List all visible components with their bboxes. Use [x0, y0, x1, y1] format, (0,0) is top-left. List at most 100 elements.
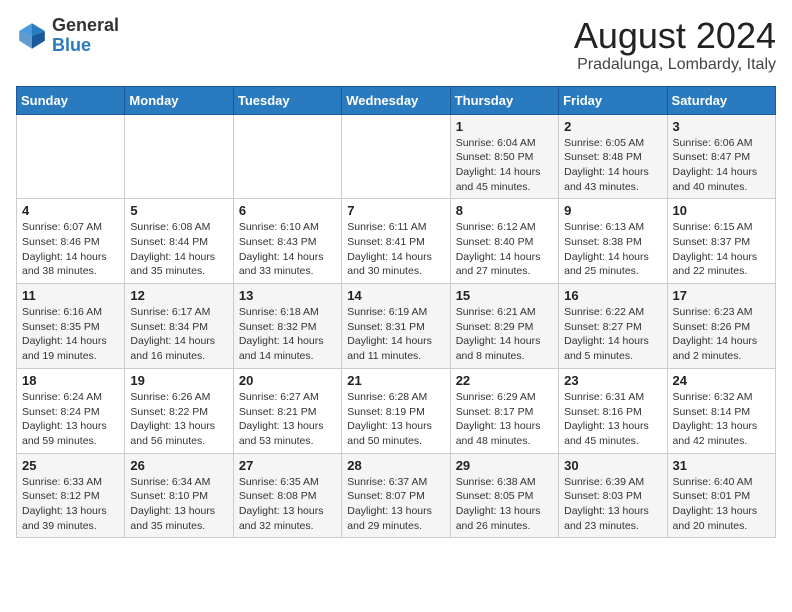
calendar-cell: 19 Sunrise: 6:26 AM Sunset: 8:22 PM Dayli…	[125, 368, 233, 453]
calendar-cell: 28 Sunrise: 6:37 AM Sunset: 8:07 PM Dayli…	[342, 453, 450, 538]
page-header: General Blue August 2024 Pradalunga, Lom…	[16, 16, 776, 74]
day-info: Sunrise: 6:33 AM Sunset: 8:12 PM Dayligh…	[22, 475, 119, 534]
calendar-cell: 13 Sunrise: 6:18 AM Sunset: 8:32 PM Dayli…	[233, 284, 341, 369]
day-info: Sunrise: 6:12 AM Sunset: 8:40 PM Dayligh…	[456, 220, 553, 279]
calendar-cell: 20 Sunrise: 6:27 AM Sunset: 8:21 PM Dayli…	[233, 368, 341, 453]
day-info: Sunrise: 6:38 AM Sunset: 8:05 PM Dayligh…	[456, 475, 553, 534]
weekday-header-thursday: Thursday	[450, 86, 558, 114]
weekday-header-wednesday: Wednesday	[342, 86, 450, 114]
calendar-week-row: 4 Sunrise: 6:07 AM Sunset: 8:46 PM Daylig…	[17, 199, 776, 284]
calendar-cell: 10 Sunrise: 6:15 AM Sunset: 8:37 PM Dayli…	[667, 199, 775, 284]
calendar-cell: 31Sunrise: 6:40 AM Sunset: 8:01 PM Dayli…	[667, 453, 775, 538]
calendar-cell: 18 Sunrise: 6:24 AM Sunset: 8:24 PM Dayli…	[17, 368, 125, 453]
day-number: 10	[673, 203, 770, 218]
weekday-header-sunday: Sunday	[17, 86, 125, 114]
day-info: Sunrise: 6:40 AM Sunset: 8:01 PM Dayligh…	[673, 475, 770, 534]
day-info: Sunrise: 6:08 AM Sunset: 8:44 PM Dayligh…	[130, 220, 227, 279]
calendar-cell: 30Sunrise: 6:39 AM Sunset: 8:03 PM Dayli…	[559, 453, 667, 538]
calendar-cell	[17, 114, 125, 199]
calendar-table: SundayMondayTuesdayWednesdayThursdayFrid…	[16, 86, 776, 539]
day-number: 9	[564, 203, 661, 218]
day-info: Sunrise: 6:16 AM Sunset: 8:35 PM Dayligh…	[22, 305, 119, 364]
day-number: 21	[347, 373, 444, 388]
calendar-week-row: 1 Sunrise: 6:04 AM Sunset: 8:50 PM Daylig…	[17, 114, 776, 199]
calendar-cell: 23Sunrise: 6:31 AM Sunset: 8:16 PM Dayli…	[559, 368, 667, 453]
day-info: Sunrise: 6:11 AM Sunset: 8:41 PM Dayligh…	[347, 220, 444, 279]
day-number: 18	[22, 373, 119, 388]
calendar-cell: 8 Sunrise: 6:12 AM Sunset: 8:40 PM Daylig…	[450, 199, 558, 284]
calendar-cell	[125, 114, 233, 199]
day-info: Sunrise: 6:23 AM Sunset: 8:26 PM Dayligh…	[673, 305, 770, 364]
day-info: Sunrise: 6:15 AM Sunset: 8:37 PM Dayligh…	[673, 220, 770, 279]
day-number: 11	[22, 288, 119, 303]
day-number: 8	[456, 203, 553, 218]
weekday-header-saturday: Saturday	[667, 86, 775, 114]
day-number: 5	[130, 203, 227, 218]
day-number: 19	[130, 373, 227, 388]
calendar-cell: 7 Sunrise: 6:11 AM Sunset: 8:41 PM Daylig…	[342, 199, 450, 284]
day-number: 24	[673, 373, 770, 388]
day-info: Sunrise: 6:28 AM Sunset: 8:19 PM Dayligh…	[347, 390, 444, 449]
day-info: Sunrise: 6:13 AM Sunset: 8:38 PM Dayligh…	[564, 220, 661, 279]
calendar-cell: 25 Sunrise: 6:33 AM Sunset: 8:12 PM Dayli…	[17, 453, 125, 538]
day-info: Sunrise: 6:18 AM Sunset: 8:32 PM Dayligh…	[239, 305, 336, 364]
calendar-cell: 5 Sunrise: 6:08 AM Sunset: 8:44 PM Daylig…	[125, 199, 233, 284]
calendar-cell: 9 Sunrise: 6:13 AM Sunset: 8:38 PM Daylig…	[559, 199, 667, 284]
day-number: 7	[347, 203, 444, 218]
day-number: 27	[239, 458, 336, 473]
day-info: Sunrise: 6:27 AM Sunset: 8:21 PM Dayligh…	[239, 390, 336, 449]
day-info: Sunrise: 6:39 AM Sunset: 8:03 PM Dayligh…	[564, 475, 661, 534]
day-info: Sunrise: 6:32 AM Sunset: 8:14 PM Dayligh…	[673, 390, 770, 449]
calendar-week-row: 11 Sunrise: 6:16 AM Sunset: 8:35 PM Dayli…	[17, 284, 776, 369]
day-number: 13	[239, 288, 336, 303]
calendar-cell: 26Sunrise: 6:34 AM Sunset: 8:10 PM Dayli…	[125, 453, 233, 538]
calendar-cell: 16 Sunrise: 6:22 AM Sunset: 8:27 PM Dayli…	[559, 284, 667, 369]
month-year-title: August 2024	[574, 16, 776, 56]
day-info: Sunrise: 6:37 AM Sunset: 8:07 PM Dayligh…	[347, 475, 444, 534]
weekday-header-monday: Monday	[125, 86, 233, 114]
calendar-cell: 17 Sunrise: 6:23 AM Sunset: 8:26 PM Dayli…	[667, 284, 775, 369]
calendar-cell: 15Sunrise: 6:21 AM Sunset: 8:29 PM Dayli…	[450, 284, 558, 369]
calendar-cell: 14Sunrise: 6:19 AM Sunset: 8:31 PM Dayli…	[342, 284, 450, 369]
calendar-cell	[342, 114, 450, 199]
calendar-week-row: 18 Sunrise: 6:24 AM Sunset: 8:24 PM Dayli…	[17, 368, 776, 453]
day-number: 12	[130, 288, 227, 303]
calendar-cell: 29 Sunrise: 6:38 AM Sunset: 8:05 PM Dayli…	[450, 453, 558, 538]
day-info: Sunrise: 6:34 AM Sunset: 8:10 PM Dayligh…	[130, 475, 227, 534]
day-info: Sunrise: 6:10 AM Sunset: 8:43 PM Dayligh…	[239, 220, 336, 279]
logo: General Blue	[16, 16, 119, 56]
day-info: Sunrise: 6:07 AM Sunset: 8:46 PM Dayligh…	[22, 220, 119, 279]
weekday-header-row: SundayMondayTuesdayWednesdayThursdayFrid…	[17, 86, 776, 114]
day-number: 25	[22, 458, 119, 473]
day-number: 16	[564, 288, 661, 303]
day-info: Sunrise: 6:35 AM Sunset: 8:08 PM Dayligh…	[239, 475, 336, 534]
day-info: Sunrise: 6:06 AM Sunset: 8:47 PM Dayligh…	[673, 136, 770, 195]
calendar-cell: 2Sunrise: 6:05 AM Sunset: 8:48 PM Daylig…	[559, 114, 667, 199]
calendar-cell	[233, 114, 341, 199]
day-info: Sunrise: 6:05 AM Sunset: 8:48 PM Dayligh…	[564, 136, 661, 195]
day-number: 28	[347, 458, 444, 473]
day-info: Sunrise: 6:26 AM Sunset: 8:22 PM Dayligh…	[130, 390, 227, 449]
day-number: 1	[456, 119, 553, 134]
weekday-header-tuesday: Tuesday	[233, 86, 341, 114]
day-number: 22	[456, 373, 553, 388]
day-info: Sunrise: 6:17 AM Sunset: 8:34 PM Dayligh…	[130, 305, 227, 364]
calendar-cell: 3Sunrise: 6:06 AM Sunset: 8:47 PM Daylig…	[667, 114, 775, 199]
day-number: 29	[456, 458, 553, 473]
calendar-week-row: 25 Sunrise: 6:33 AM Sunset: 8:12 PM Dayli…	[17, 453, 776, 538]
day-number: 17	[673, 288, 770, 303]
day-number: 20	[239, 373, 336, 388]
day-info: Sunrise: 6:29 AM Sunset: 8:17 PM Dayligh…	[456, 390, 553, 449]
calendar-cell: 27 Sunrise: 6:35 AM Sunset: 8:08 PM Dayli…	[233, 453, 341, 538]
calendar-cell: 4 Sunrise: 6:07 AM Sunset: 8:46 PM Daylig…	[17, 199, 125, 284]
day-info: Sunrise: 6:31 AM Sunset: 8:16 PM Dayligh…	[564, 390, 661, 449]
day-info: Sunrise: 6:24 AM Sunset: 8:24 PM Dayligh…	[22, 390, 119, 449]
calendar-cell: 1 Sunrise: 6:04 AM Sunset: 8:50 PM Daylig…	[450, 114, 558, 199]
calendar-cell: 21 Sunrise: 6:28 AM Sunset: 8:19 PM Dayli…	[342, 368, 450, 453]
day-number: 15	[456, 288, 553, 303]
location-subtitle: Pradalunga, Lombardy, Italy	[574, 56, 776, 74]
day-info: Sunrise: 6:04 AM Sunset: 8:50 PM Dayligh…	[456, 136, 553, 195]
day-number: 4	[22, 203, 119, 218]
calendar-cell: 22 Sunrise: 6:29 AM Sunset: 8:17 PM Dayli…	[450, 368, 558, 453]
day-info: Sunrise: 6:22 AM Sunset: 8:27 PM Dayligh…	[564, 305, 661, 364]
